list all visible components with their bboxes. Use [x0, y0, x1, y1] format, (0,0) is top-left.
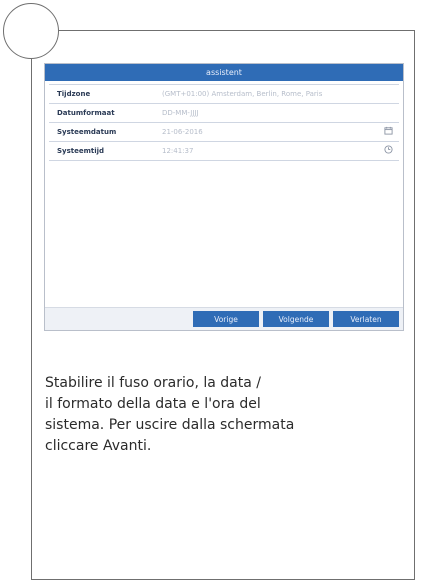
system-date-value[interactable]: 21-06-2016	[162, 128, 203, 136]
timezone-row[interactable]: Tijdzone (GMT+01:00) Amsterdam, Berlin, …	[49, 85, 399, 104]
settings-list: Tijdzone (GMT+01:00) Amsterdam, Berlin, …	[49, 84, 399, 161]
window-title: assistent	[45, 64, 403, 81]
system-time-row[interactable]: Systeemtijd 12:41:37	[49, 142, 399, 161]
date-format-label: Datumformaat	[57, 109, 115, 117]
system-date-row[interactable]: Systeemdatum 21-06-2016	[49, 123, 399, 142]
next-button[interactable]: Volgende	[263, 311, 329, 327]
clock-icon[interactable]	[384, 145, 393, 154]
instruction-line-1: Stabilire il fuso orario, la data /	[45, 375, 261, 391]
timezone-label: Tijdzone	[57, 90, 91, 98]
previous-button[interactable]: Vorige	[193, 311, 259, 327]
instruction-line-3: sistema. Per uscire dalla schermata	[45, 417, 295, 433]
instruction-line-2: il formato della data e l'ora del	[45, 396, 261, 412]
wizard-footer: Vorige Volgende Verlaten	[45, 307, 403, 330]
setup-wizard-window: assistent Tijdzone (GMT+01:00) Amsterdam…	[44, 63, 404, 331]
system-time-label: Systeemtijd	[57, 147, 105, 155]
date-format-value[interactable]: DD-MM-JJJJ	[162, 109, 199, 117]
step-number-circle	[3, 3, 59, 59]
system-time-value[interactable]: 12:41:37	[162, 147, 193, 155]
instruction-text: Stabilire il fuso orario, la data / il f…	[45, 373, 405, 457]
instruction-line-4: cliccare Avanti.	[45, 438, 152, 454]
date-format-row[interactable]: Datumformaat DD-MM-JJJJ	[49, 104, 399, 123]
timezone-value[interactable]: (GMT+01:00) Amsterdam, Berlin, Rome, Par…	[162, 90, 322, 98]
system-date-label: Systeemdatum	[57, 128, 117, 136]
calendar-icon[interactable]	[384, 126, 393, 135]
exit-button[interactable]: Verlaten	[333, 311, 399, 327]
